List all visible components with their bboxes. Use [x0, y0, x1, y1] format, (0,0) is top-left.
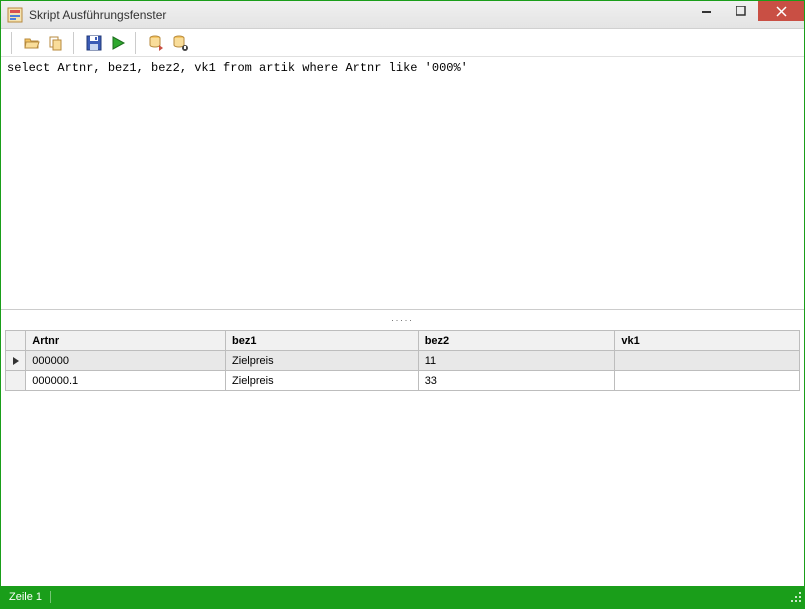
splitter-handle[interactable]: ..... [1, 310, 804, 326]
copy-icon [48, 35, 64, 51]
folder-open-icon [24, 35, 40, 51]
app-icon [7, 7, 23, 23]
toolbar-separator [73, 32, 77, 54]
save-button[interactable] [83, 32, 105, 54]
save-icon [86, 35, 102, 51]
cell[interactable]: Zielpreis [226, 371, 419, 391]
maximize-button[interactable] [724, 1, 758, 21]
cell[interactable] [615, 351, 800, 371]
export-script-button[interactable] [169, 32, 191, 54]
titlebar[interactable]: Skript Ausführungsfenster [1, 1, 804, 29]
cell[interactable]: 000000.1 [26, 371, 226, 391]
cell[interactable]: Zielpreis [226, 351, 419, 371]
sql-editor[interactable] [3, 59, 802, 307]
toolbar-separator [135, 32, 139, 54]
column-header[interactable]: vk1 [615, 331, 800, 351]
copy-button[interactable] [45, 32, 67, 54]
database-script-icon [172, 35, 188, 51]
results-pane: Artnr bez1 bez2 vk1 000000 Zielpreis 11 [1, 326, 804, 586]
open-button[interactable] [21, 32, 43, 54]
results-grid[interactable]: Artnr bez1 bez2 vk1 000000 Zielpreis 11 [5, 330, 800, 391]
run-button[interactable] [107, 32, 129, 54]
row-indicator-header [6, 331, 26, 351]
window-controls [690, 1, 804, 28]
script-executor-window: Skript Ausführungsfenster [0, 0, 805, 609]
play-icon [110, 35, 126, 51]
table-row[interactable]: 000000 Zielpreis 11 [6, 351, 800, 371]
table-row[interactable]: 000000.1 Zielpreis 33 [6, 371, 800, 391]
minimize-button[interactable] [690, 1, 724, 21]
column-header[interactable]: Artnr [26, 331, 226, 351]
toolbar [1, 29, 804, 57]
close-button[interactable] [758, 1, 804, 21]
toolbar-separator [11, 32, 15, 54]
resize-grip-icon[interactable] [790, 591, 802, 606]
status-line-info: Zeile 1 [9, 591, 51, 603]
statusbar: Zeile 1 [1, 586, 804, 608]
window-title: Skript Ausführungsfenster [29, 8, 690, 22]
editor-pane [1, 57, 804, 310]
cell[interactable] [615, 371, 800, 391]
current-row-indicator-icon [6, 351, 26, 371]
column-header[interactable]: bez2 [418, 331, 615, 351]
column-header[interactable]: bez1 [226, 331, 419, 351]
cell[interactable]: 33 [418, 371, 615, 391]
cell[interactable]: 000000 [26, 351, 226, 371]
cell[interactable]: 11 [418, 351, 615, 371]
database-export-icon [148, 35, 164, 51]
row-indicator [6, 371, 26, 391]
export-button[interactable] [145, 32, 167, 54]
